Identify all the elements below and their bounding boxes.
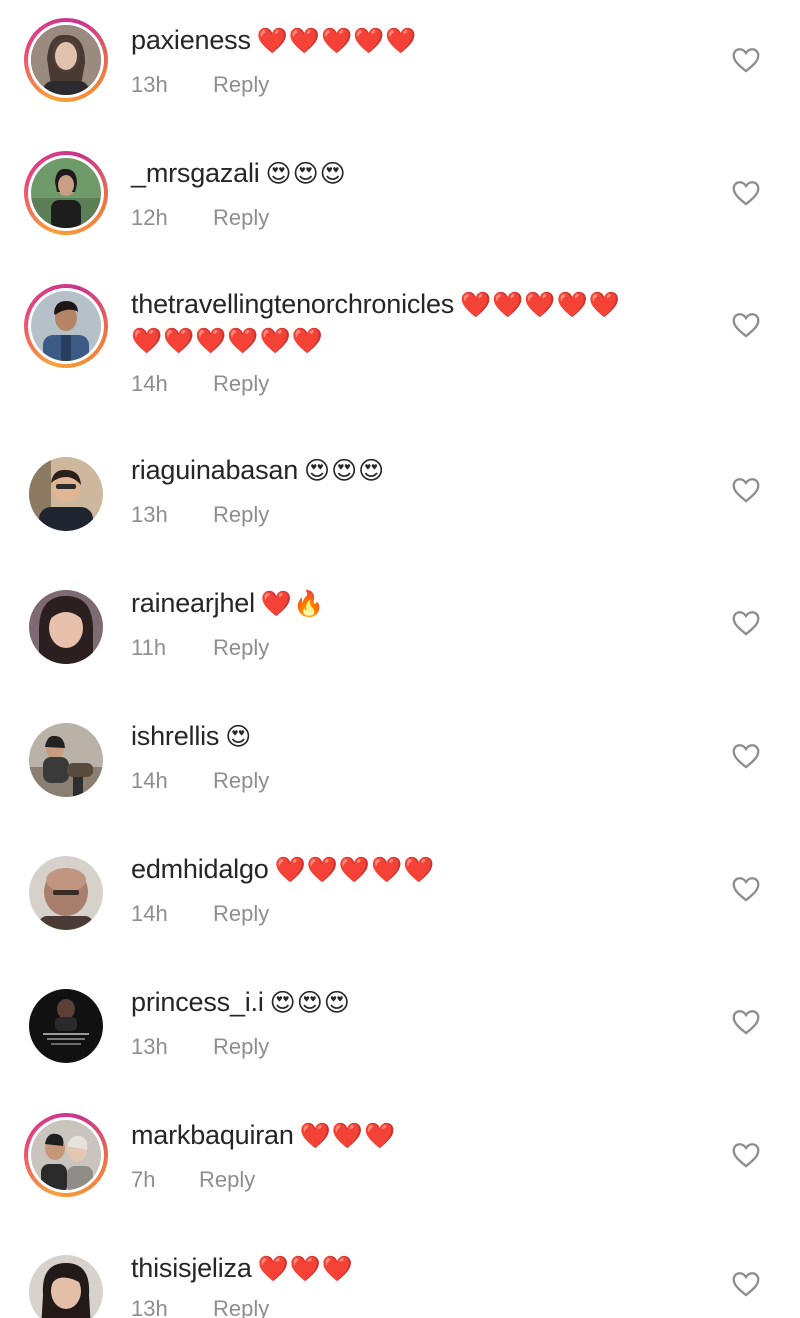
- portrait-icon: [29, 590, 103, 664]
- reply-button[interactable]: Reply: [213, 502, 269, 527]
- username[interactable]: thetravellingtenorchronicles: [131, 289, 454, 319]
- portrait-icon: [29, 457, 103, 531]
- reply-button[interactable]: Reply: [213, 901, 269, 926]
- timestamp: 12h: [131, 205, 168, 230]
- heart-outline-icon[interactable]: [732, 47, 760, 73]
- portrait-icon: [31, 1120, 101, 1190]
- comment-item: thetravellingtenorchronicles ❤️❤️❤️❤️❤️ ❤…: [0, 266, 800, 428]
- timestamp: 13h: [131, 502, 168, 527]
- heart-outline-icon[interactable]: [732, 1142, 760, 1168]
- portrait-icon: [29, 1255, 103, 1318]
- reply-button[interactable]: Reply: [199, 1167, 255, 1192]
- avatar[interactable]: [24, 851, 108, 935]
- heart-outline-icon[interactable]: [732, 477, 760, 503]
- comment-text: 😍: [225, 722, 253, 751]
- comment-text: 😍😍😍: [269, 988, 351, 1017]
- comment-item: princess_i.i 😍😍😍 13h Reply: [0, 962, 800, 1094]
- comment-item: thisisjeliza ❤️❤️❤️ 13h Reply: [0, 1228, 800, 1318]
- avatar[interactable]: [24, 1113, 108, 1197]
- comment-item: rainearjhel ❤️🔥 11h Reply: [0, 563, 800, 695]
- username[interactable]: paxieness: [131, 25, 251, 55]
- reply-button[interactable]: Reply: [213, 205, 269, 230]
- avatar[interactable]: [24, 452, 108, 536]
- heart-outline-icon[interactable]: [732, 1009, 760, 1035]
- username[interactable]: edmhidalgo: [131, 854, 269, 884]
- reply-button[interactable]: Reply: [213, 768, 269, 793]
- avatar[interactable]: [24, 284, 108, 368]
- avatar[interactable]: [24, 18, 108, 102]
- heart-outline-icon[interactable]: [732, 312, 760, 338]
- heart-outline-icon[interactable]: [732, 876, 760, 902]
- portrait-icon: [31, 25, 101, 95]
- portrait-icon: [31, 291, 101, 361]
- timestamp: 14h: [131, 371, 168, 396]
- username[interactable]: markbaquiran: [131, 1120, 294, 1150]
- comment-item: markbaquiran ❤️❤️❤️ 7h Reply: [0, 1095, 800, 1227]
- timestamp: 11h: [131, 635, 167, 660]
- comment-item: paxieness ❤️❤️❤️❤️❤️ 13h Reply: [0, 0, 800, 132]
- username[interactable]: ishrellis: [131, 721, 219, 751]
- reply-button[interactable]: Reply: [213, 371, 269, 396]
- reply-button[interactable]: Reply: [213, 1034, 269, 1059]
- portrait-icon: [29, 989, 103, 1063]
- timestamp: 13h: [131, 1296, 168, 1318]
- comment-text: ❤️❤️❤️: [257, 1254, 355, 1283]
- comment-item: ishrellis 😍 14h Reply: [0, 696, 800, 828]
- comment-item: riaguinabasan 😍😍😍 13h Reply: [0, 430, 800, 562]
- comment-text-continued: ❤️❤️❤️❤️❤️❤️: [131, 326, 324, 355]
- username[interactable]: thisisjeliza: [131, 1253, 252, 1283]
- reply-button[interactable]: Reply: [213, 635, 269, 660]
- avatar[interactable]: [24, 984, 108, 1068]
- comment-text: ❤️❤️❤️: [299, 1121, 397, 1150]
- portrait-icon: [31, 158, 101, 228]
- comment-item: _mrsgazali 😍😍😍 12h Reply: [0, 133, 800, 265]
- portrait-icon: [29, 723, 103, 797]
- heart-outline-icon[interactable]: [732, 180, 760, 206]
- comment-text: 😍😍😍: [265, 159, 347, 188]
- comment-text: ❤️❤️❤️❤️❤️: [274, 855, 436, 884]
- reply-button[interactable]: Reply: [213, 1296, 269, 1318]
- heart-outline-icon[interactable]: [732, 1271, 760, 1297]
- portrait-icon: [29, 856, 103, 930]
- comment-text: ❤️🔥: [260, 589, 326, 618]
- reply-button[interactable]: Reply: [213, 72, 269, 97]
- timestamp: 13h: [131, 1034, 168, 1059]
- username[interactable]: riaguinabasan: [131, 455, 298, 485]
- comment-item: edmhidalgo ❤️❤️❤️❤️❤️ 14h Reply: [0, 829, 800, 961]
- timestamp: 7h: [131, 1167, 156, 1192]
- username[interactable]: princess_i.i: [131, 987, 264, 1017]
- avatar[interactable]: [24, 585, 108, 669]
- avatar[interactable]: [24, 151, 108, 235]
- heart-outline-icon[interactable]: [732, 743, 760, 769]
- timestamp: 14h: [131, 901, 168, 926]
- avatar[interactable]: [24, 1250, 108, 1318]
- timestamp: 14h: [131, 768, 168, 793]
- username[interactable]: rainearjhel: [131, 588, 255, 618]
- comment-text: ❤️❤️❤️❤️❤️: [256, 26, 418, 55]
- username[interactable]: _mrsgazali: [131, 158, 260, 188]
- comment-text: 😍😍😍: [304, 456, 386, 485]
- heart-outline-icon[interactable]: [732, 610, 760, 636]
- timestamp: 13h: [131, 72, 168, 97]
- comment-text: ❤️❤️❤️❤️❤️: [460, 290, 621, 319]
- avatar[interactable]: [24, 718, 108, 802]
